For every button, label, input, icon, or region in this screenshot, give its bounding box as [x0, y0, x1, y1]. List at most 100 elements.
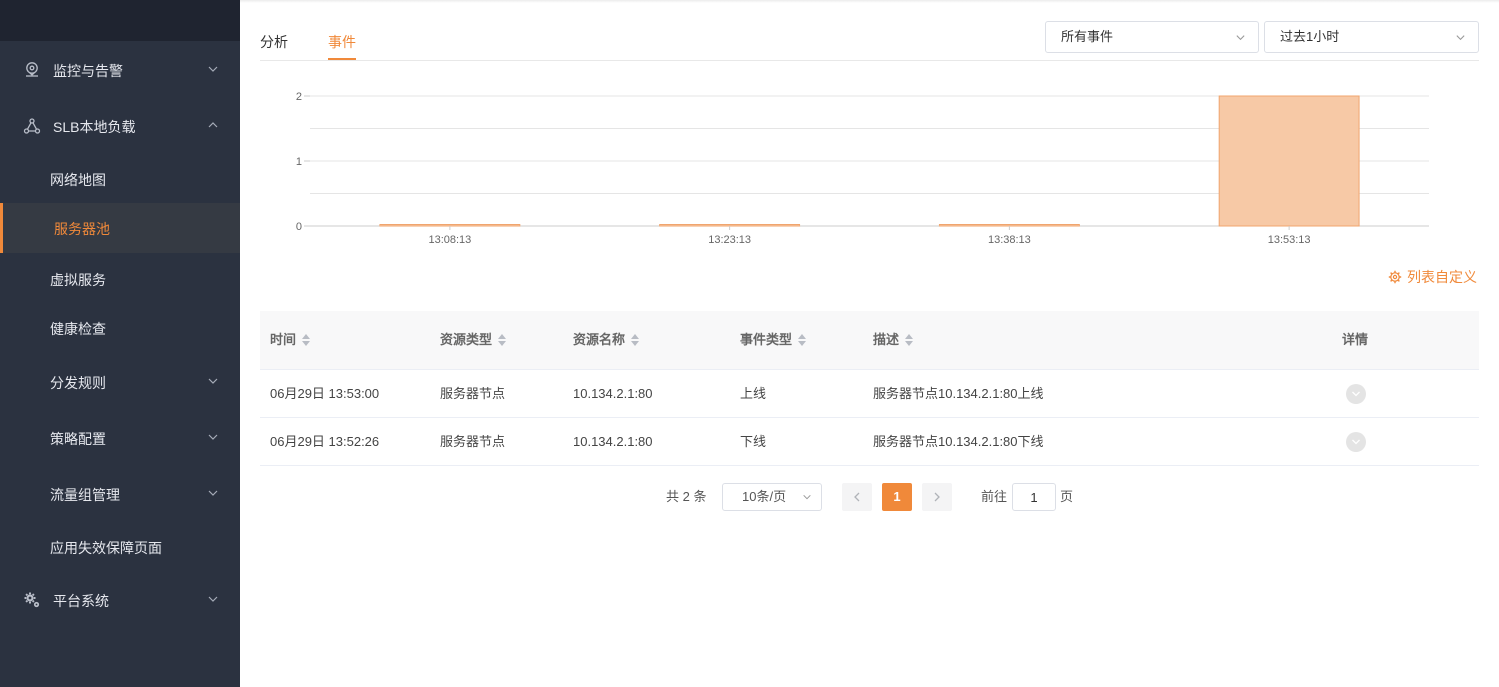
sidebar-item-label: 网络地图 — [50, 172, 106, 188]
sidebar-item-label: 策略配置 — [50, 431, 106, 447]
sidebar-item-label: 应用失效保障页面 — [50, 540, 162, 556]
x-tick-label: 13:53:13 — [1268, 234, 1311, 246]
y-tick-label: 2 — [296, 91, 302, 103]
sidebar-item-slb[interactable]: SLB本地负载 — [0, 106, 240, 146]
events-bar-chart: 0 1 2 13:08:13 13:23:13 13:38:13 13:53:13 — [296, 91, 1429, 246]
column-title: 资源类型 — [440, 332, 493, 347]
cell-resource-type: 服务器节点 — [440, 386, 506, 401]
column-header-resource-type[interactable]: 资源类型 — [440, 311, 507, 369]
column-title: 时间 — [270, 332, 297, 347]
chevron-up-icon — [208, 122, 218, 128]
page-size-select[interactable]: 10条/页 — [722, 483, 822, 511]
event-type-value: 所有事件 — [1061, 29, 1114, 44]
chart-bar — [938, 224, 1080, 227]
column-header-details: 详情 — [1342, 311, 1368, 369]
sidebar-item-server-pool[interactable]: 服务器池 — [0, 203, 240, 253]
tab-analysis[interactable]: 分析 — [260, 32, 288, 52]
chevron-down-icon — [208, 378, 218, 384]
gears-icon — [24, 592, 40, 608]
header-shadow — [240, 0, 1499, 3]
expand-row-button[interactable] — [1346, 384, 1366, 404]
x-tick-label: 13:38:13 — [988, 234, 1031, 246]
column-header-time[interactable]: 时间 — [270, 311, 311, 369]
column-title: 详情 — [1342, 332, 1369, 347]
chevron-down-icon — [208, 490, 218, 496]
network-topology-icon — [23, 118, 41, 134]
gear-icon — [1388, 270, 1402, 284]
y-tick-label: 0 — [296, 221, 302, 233]
sort-icon[interactable] — [631, 334, 640, 346]
chevron-down-icon — [1352, 439, 1360, 445]
column-header-event-type[interactable]: 事件类型 — [740, 311, 807, 369]
column-header-resource-name[interactable]: 资源名称 — [573, 311, 640, 369]
chart-bar — [659, 224, 801, 227]
table-header: 时间 资源类型 资源名称 事件类型 描述 详情 — [260, 311, 1479, 370]
time-range-select[interactable]: 过去1小时 — [1264, 21, 1479, 53]
sidebar-item-virtual-service[interactable]: 虚拟服务 — [0, 259, 240, 299]
column-title: 事件类型 — [740, 332, 793, 347]
cell-time: 06月29日 13:52:26 — [270, 434, 380, 449]
sidebar-item-label: 服务器池 — [54, 221, 110, 237]
page-suffix: 页 — [1060, 489, 1074, 504]
cell-event-type: 上线 — [740, 386, 767, 401]
x-tick-label: 13:08:13 — [428, 234, 471, 246]
prev-page-button[interactable] — [842, 483, 872, 511]
cell-resource-type: 服务器节点 — [440, 434, 506, 449]
tabs-divider — [260, 60, 1479, 61]
cell-description: 服务器节点10.134.2.1:80上线 — [873, 386, 1044, 401]
customize-columns-button[interactable]: 列表自定义 — [1388, 267, 1477, 287]
page-size-value: 10条/页 — [742, 489, 787, 504]
column-header-description[interactable]: 描述 — [873, 311, 914, 369]
sort-icon[interactable] — [498, 334, 507, 346]
chart-bar — [379, 224, 521, 227]
sidebar-item-label: 平台系统 — [53, 593, 109, 609]
sidebar-item-monitoring[interactable]: 监控与告警 — [0, 50, 240, 90]
goto-page-input[interactable] — [1012, 483, 1056, 511]
column-title: 描述 — [873, 332, 900, 347]
sidebar-item-platform-system[interactable]: 平台系统 — [0, 580, 240, 620]
sidebar: 监控与告警 SLB本地负载 网络地图 服务器池 虚拟服务 健康检查 分发规则 策… — [0, 0, 240, 687]
goto-label: 前往 — [981, 489, 1008, 504]
y-tick-label: 1 — [296, 156, 302, 168]
sidebar-item-network-map[interactable]: 网络地图 — [0, 159, 240, 199]
next-page-button[interactable] — [922, 483, 952, 511]
sidebar-header — [0, 0, 240, 41]
sidebar-item-label: 分发规则 — [50, 375, 106, 391]
chart-bar — [1218, 95, 1360, 227]
chevron-down-icon — [208, 596, 218, 602]
cell-description: 服务器节点10.134.2.1:80下线 — [873, 434, 1044, 449]
sort-icon[interactable] — [905, 334, 914, 346]
sidebar-item-label: 监控与告警 — [53, 63, 123, 79]
chevron-down-icon — [803, 494, 811, 500]
table-row: 06月29日 13:53:00 服务器节点 10.134.2.1:80 上线 服… — [260, 370, 1479, 418]
sidebar-item-policy-config[interactable]: 策略配置 — [0, 418, 240, 458]
chevron-down-icon — [1352, 391, 1360, 397]
chevron-down-icon — [208, 434, 218, 440]
time-range-value: 过去1小时 — [1280, 29, 1340, 44]
active-indicator — [0, 203, 3, 253]
customize-label: 列表自定义 — [1407, 269, 1477, 285]
sidebar-item-failover-page[interactable]: 应用失效保障页面 — [0, 527, 240, 567]
cell-resource-name: 10.134.2.1:80 — [573, 386, 653, 401]
table-row: 06月29日 13:52:26 服务器节点 10.134.2.1:80 下线 服… — [260, 418, 1479, 466]
sidebar-item-label: 虚拟服务 — [50, 272, 106, 288]
sidebar-item-label: 流量组管理 — [50, 487, 120, 503]
column-title: 资源名称 — [573, 332, 626, 347]
event-type-select[interactable]: 所有事件 — [1045, 21, 1259, 53]
main-content: 分析 事件 所有事件 过去1小时 0 1 2 13:08:13 13:23:13 13:3… — [240, 0, 1499, 687]
cell-time: 06月29日 13:53:00 — [270, 386, 380, 401]
tab-events[interactable]: 事件 — [328, 32, 356, 52]
chevron-down-icon — [1236, 35, 1245, 41]
sidebar-item-label: SLB本地负载 — [53, 119, 136, 135]
location-pin-icon — [26, 62, 38, 77]
chevron-down-icon — [208, 66, 218, 72]
sort-icon[interactable] — [798, 334, 807, 346]
sidebar-item-health-check[interactable]: 健康检查 — [0, 308, 240, 348]
expand-row-button[interactable] — [1346, 432, 1366, 452]
sort-icon[interactable] — [302, 334, 311, 346]
sidebar-item-traffic-group[interactable]: 流量组管理 — [0, 474, 240, 514]
cell-resource-name: 10.134.2.1:80 — [573, 434, 653, 449]
x-tick-label: 13:23:13 — [708, 234, 751, 246]
page-number-current[interactable]: 1 — [882, 483, 912, 511]
sidebar-item-dispatch-rules[interactable]: 分发规则 — [0, 362, 240, 402]
